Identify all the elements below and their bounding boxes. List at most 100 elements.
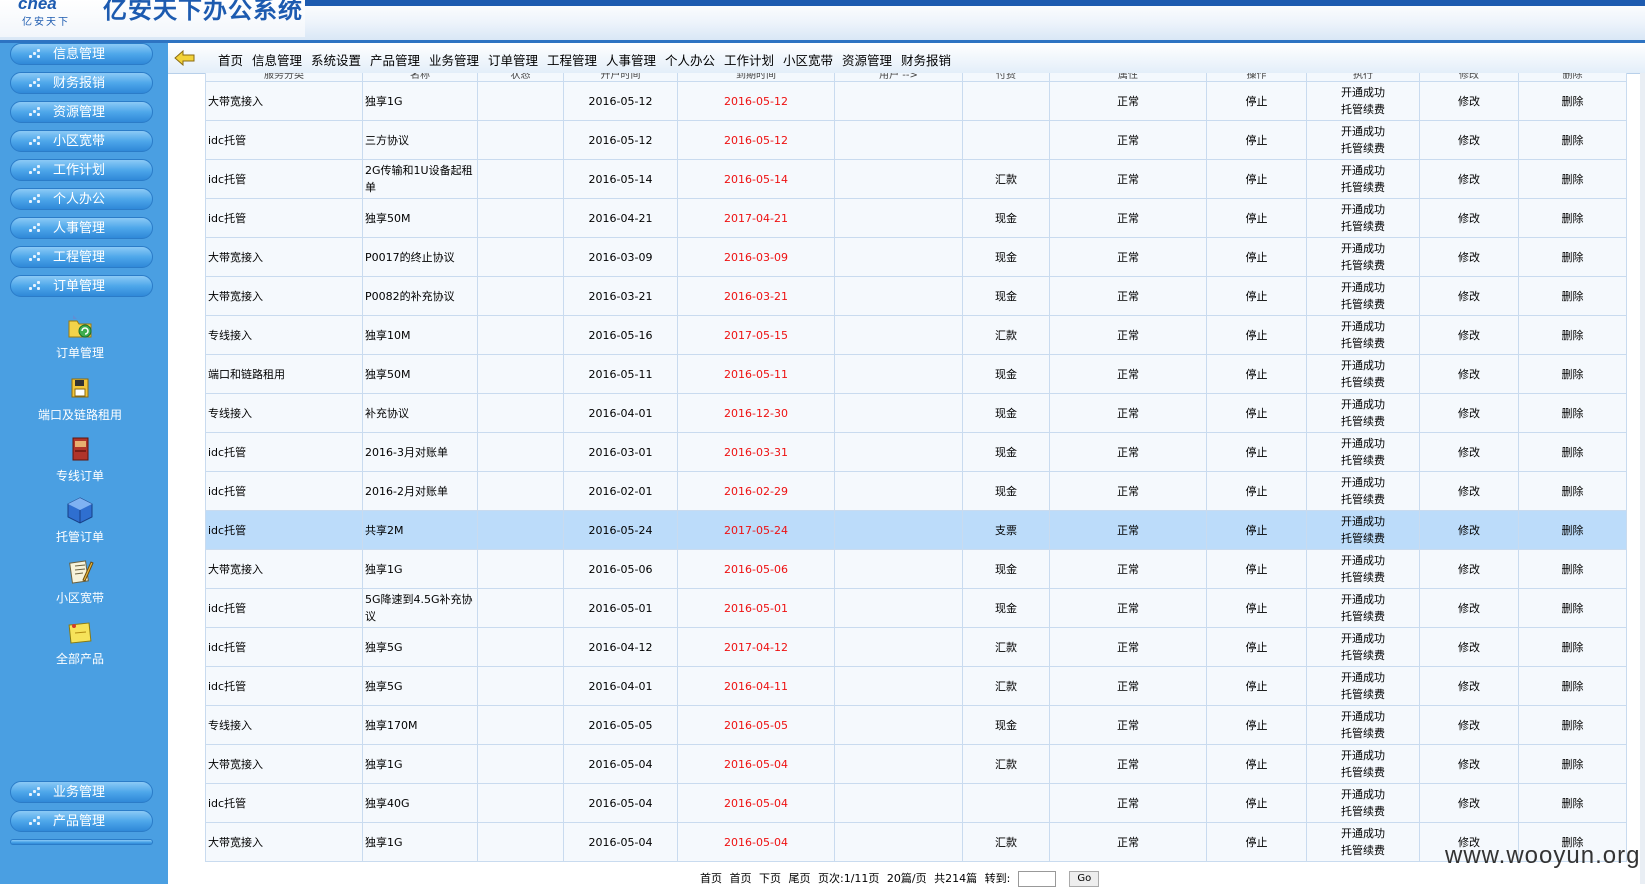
delete-link[interactable]: 删除 (1518, 159, 1627, 199)
open-success-link[interactable]: 开通成功 (1309, 435, 1417, 452)
sub-item-all-products[interactable]: 全部产品 (0, 617, 160, 667)
table-row[interactable]: 专线接入 独享170M 2016-05-05 2016-05-05 现金 正常 停止 开通成功… (205, 705, 1627, 745)
edit-link[interactable]: 修改 (1419, 744, 1519, 784)
pager-last[interactable]: 尾页 (789, 872, 811, 885)
cell-actions[interactable]: 开通成功 托管续费 (1306, 471, 1420, 511)
table-row[interactable]: idc托管 5G降速到4.5G补充协议 2016-05-01 2016-05-01 现金… (205, 588, 1627, 628)
topnav-personal-office[interactable]: 个人办公 (665, 53, 715, 68)
edit-link[interactable]: 修改 (1419, 159, 1519, 199)
open-success-link[interactable]: 开通成功 (1309, 708, 1417, 725)
delete-link[interactable]: 删除 (1518, 471, 1627, 511)
delete-link[interactable]: 删除 (1518, 81, 1627, 121)
stop-link[interactable]: 停止 (1206, 315, 1307, 355)
open-success-link[interactable]: 开通成功 (1309, 396, 1417, 413)
open-success-link[interactable]: 开通成功 (1309, 747, 1417, 764)
hosting-renewal-link[interactable]: 托管续费 (1309, 374, 1417, 391)
delete-link[interactable]: 删除 (1518, 783, 1627, 823)
table-row[interactable]: 端口和链路租用 独享50M 2016-05-11 2016-05-11 现金 正常 停止 开通… (205, 354, 1627, 394)
table-row[interactable]: 大带宽接入 P0082的补充协议 2016-03-21 2016-03-21 现金 正常停… (205, 276, 1627, 316)
sidebar-item-broadband[interactable]: 小区宽带 (10, 130, 153, 152)
topnav-finance[interactable]: 财务报销 (901, 53, 951, 68)
sub-item-dedicated-line[interactable]: 专线订单 (0, 434, 160, 484)
stop-link[interactable]: 停止 (1206, 822, 1307, 862)
sidebar-item-resources[interactable]: 资源管理 (10, 101, 153, 123)
table-row[interactable]: 大带宽接入 独享1G 2016-05-12 2016-05-12 正常 停止 开通成功 托管续… (205, 81, 1627, 121)
table-row[interactable]: 专线接入 补充协议 2016-04-01 2016-12-30 现金 正常 停止 开通成功 托管… (205, 393, 1627, 433)
cell-actions[interactable]: 开通成功 托管续费 (1306, 705, 1420, 745)
sidebar-item-work-plan[interactable]: 工作计划 (10, 159, 153, 181)
topnav-home[interactable]: 首页 (218, 53, 243, 68)
table-row[interactable]: 专线接入 独享10M 2016-05-16 2017-05-15 汇款 正常 停止 开通成功托… (205, 315, 1627, 355)
sidebar-item-hr[interactable]: 人事管理 (10, 217, 153, 239)
open-success-link[interactable]: 开通成功 (1309, 318, 1417, 335)
topnav-business[interactable]: 业务管理 (429, 53, 479, 68)
delete-link[interactable]: 删除 (1518, 432, 1627, 472)
cell-actions[interactable]: 开通成功 托管续费 (1306, 120, 1420, 160)
edit-link[interactable]: 修改 (1419, 783, 1519, 823)
topnav-broadband[interactable]: 小区宽带 (783, 53, 833, 68)
table-row[interactable]: idc托管 2016-2月对账单 2016-02-01 2016-02-29 现金 正常停… (205, 471, 1627, 511)
table-row[interactable]: idc托管 独享5G 2016-04-01 2016-04-11 汇款 正常 停止 开通成功托… (205, 666, 1627, 706)
table-row[interactable]: idc托管 独享5G 2016-04-12 2017-04-12 汇款 正常 停止 开通成功托… (205, 627, 1627, 667)
cell-actions[interactable]: 开通成功 托管续费 (1306, 588, 1420, 628)
open-success-link[interactable]: 开通成功 (1309, 513, 1417, 530)
open-success-link[interactable]: 开通成功 (1309, 84, 1417, 101)
open-success-link[interactable]: 开通成功 (1309, 474, 1417, 491)
open-success-link[interactable]: 开通成功 (1309, 162, 1417, 179)
hosting-renewal-link[interactable]: 托管续费 (1309, 335, 1417, 352)
delete-link[interactable]: 删除 (1518, 315, 1627, 355)
stop-link[interactable]: 停止 (1206, 393, 1307, 433)
delete-link[interactable]: 删除 (1518, 510, 1627, 550)
topnav-engineering[interactable]: 工程管理 (547, 53, 597, 68)
topnav-info[interactable]: 信息管理 (252, 53, 302, 68)
goto-page-input[interactable] (1017, 871, 1056, 887)
topnav-orders[interactable]: 订单管理 (488, 53, 538, 68)
open-success-link[interactable]: 开通成功 (1309, 591, 1417, 608)
edit-link[interactable]: 修改 (1419, 666, 1519, 706)
stop-link[interactable]: 停止 (1206, 783, 1307, 823)
sub-item-port-lease[interactable]: 端口及链路租用 (0, 373, 160, 423)
edit-link[interactable]: 修改 (1419, 198, 1519, 238)
table-row[interactable]: idc托管 三方协议 2016-05-12 2016-05-12 正常 停止 开通成功 托管续… (205, 120, 1627, 160)
delete-link[interactable]: 删除 (1518, 237, 1627, 277)
stop-link[interactable]: 停止 (1206, 549, 1307, 589)
stop-link[interactable]: 停止 (1206, 471, 1307, 511)
table-row[interactable]: 大带宽接入 P0017的终止协议 2016-03-09 2016-03-09 现金 正常停… (205, 237, 1627, 277)
hosting-renewal-link[interactable]: 托管续费 (1309, 725, 1417, 742)
hosting-renewal-link[interactable]: 托管续费 (1309, 140, 1417, 157)
open-success-link[interactable]: 开通成功 (1309, 240, 1417, 257)
hosting-renewal-link[interactable]: 托管续费 (1309, 413, 1417, 430)
cell-actions[interactable]: 开通成功 托管续费 (1306, 549, 1420, 589)
hosting-renewal-link[interactable]: 托管续费 (1309, 452, 1417, 469)
table-row[interactable]: 大带宽接入 独享1G 2016-05-04 2016-05-04 汇款 正常 停止 开通成功托… (205, 744, 1627, 784)
delete-link[interactable]: 删除 (1518, 744, 1627, 784)
stop-link[interactable]: 停止 (1206, 627, 1307, 667)
pager-prev[interactable]: 首页 (730, 872, 752, 885)
open-success-link[interactable]: 开通成功 (1309, 669, 1417, 686)
delete-link[interactable]: 删除 (1518, 198, 1627, 238)
sidebar-item-personal-office[interactable]: 个人办公 (10, 188, 153, 210)
edit-link[interactable]: 修改 (1419, 627, 1519, 667)
cell-actions[interactable]: 开通成功 托管续费 (1306, 393, 1420, 433)
edit-link[interactable]: 修改 (1419, 549, 1519, 589)
sub-item-order-management[interactable]: 订单管理 (0, 311, 160, 361)
stop-link[interactable]: 停止 (1206, 81, 1307, 121)
sidebar-item-business[interactable]: 业务管理 (10, 781, 153, 803)
open-success-link[interactable]: 开通成功 (1309, 786, 1417, 803)
edit-link[interactable]: 修改 (1419, 120, 1519, 160)
delete-link[interactable]: 删除 (1518, 588, 1627, 628)
open-success-link[interactable]: 开通成功 (1309, 630, 1417, 647)
delete-link[interactable]: 删除 (1518, 627, 1627, 667)
sidebar-item-orders[interactable]: 订单管理 (10, 275, 153, 297)
cell-actions[interactable]: 开通成功 托管续费 (1306, 276, 1420, 316)
edit-link[interactable]: 修改 (1419, 237, 1519, 277)
cell-actions[interactable]: 开通成功 托管续费 (1306, 744, 1420, 784)
open-success-link[interactable]: 开通成功 (1309, 201, 1417, 218)
stop-link[interactable]: 停止 (1206, 432, 1307, 472)
stop-link[interactable]: 停止 (1206, 159, 1307, 199)
delete-link[interactable]: 删除 (1518, 354, 1627, 394)
topnav-hr[interactable]: 人事管理 (606, 53, 656, 68)
edit-link[interactable]: 修改 (1419, 276, 1519, 316)
cell-actions[interactable]: 开通成功 托管续费 (1306, 159, 1420, 199)
sidebar-item-engineering[interactable]: 工程管理 (10, 246, 153, 268)
